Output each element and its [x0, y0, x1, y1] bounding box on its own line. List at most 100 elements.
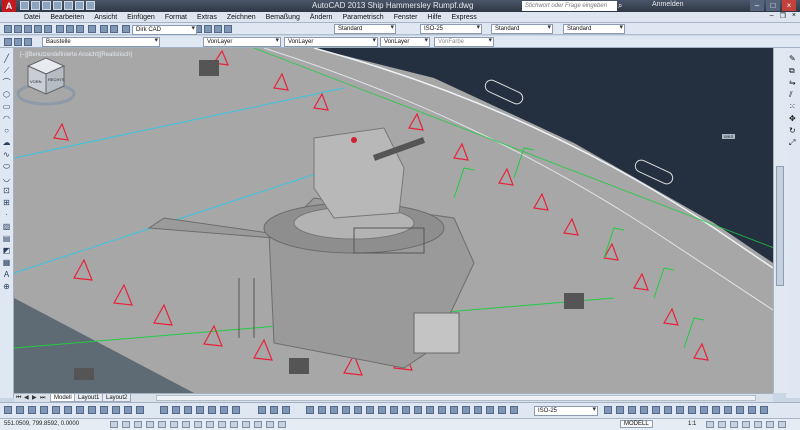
layer-manager-icon[interactable]: [4, 38, 12, 46]
tab-layout2[interactable]: Layout2: [102, 394, 132, 402]
doc-minimize-icon[interactable]: –: [770, 12, 774, 20]
workspace-switching-icon[interactable]: [730, 421, 738, 428]
close-icon[interactable]: ×: [782, 0, 796, 11]
dynamic-input-icon[interactable]: [218, 421, 226, 428]
dim-radius-icon[interactable]: [52, 406, 60, 414]
polyline-icon[interactable]: ⌒: [2, 78, 11, 87]
dim-aligned-icon[interactable]: [16, 406, 24, 414]
animation-icon[interactable]: [450, 406, 458, 414]
materials-icon[interactable]: [390, 406, 398, 414]
doc-restore-icon[interactable]: ❐: [780, 12, 786, 20]
visual-style-conceptual-icon[interactable]: [342, 406, 350, 414]
new-file-icon[interactable]: [20, 1, 29, 10]
ucs-view-icon[interactable]: [220, 406, 228, 414]
match-properties-icon[interactable]: [88, 25, 96, 33]
dim-linear-icon[interactable]: [4, 406, 12, 414]
mleader-collect-icon[interactable]: [760, 406, 768, 414]
doc-close-icon[interactable]: ×: [792, 12, 796, 20]
layer-select[interactable]: Baustelle: [42, 37, 160, 47]
lock-ui-icon[interactable]: [742, 421, 750, 428]
dim-baseline-icon[interactable]: [100, 406, 108, 414]
paste-icon[interactable]: [76, 25, 84, 33]
dim-override-icon[interactable]: [628, 406, 636, 414]
revision-cloud-icon[interactable]: ☁: [2, 138, 11, 147]
annotation-visibility-icon[interactable]: [706, 421, 714, 428]
free-orbit-icon[interactable]: [270, 406, 278, 414]
construction-line-icon[interactable]: ⟋: [2, 66, 11, 75]
move-icon[interactable]: ✥: [789, 114, 796, 123]
last-tab-icon[interactable]: ⏭: [40, 394, 45, 402]
gradient-icon[interactable]: ▤: [2, 234, 11, 243]
save-icon[interactable]: [24, 25, 32, 33]
ortho-mode-icon[interactable]: [146, 421, 154, 428]
center-mark-icon[interactable]: [136, 406, 144, 414]
table-icon[interactable]: ▦: [2, 258, 11, 267]
revolve-icon[interactable]: [474, 406, 482, 414]
save-icon[interactable]: [42, 1, 51, 10]
arc-icon[interactable]: ◠: [2, 114, 11, 123]
lights-icon[interactable]: [378, 406, 386, 414]
viewcube-right-face[interactable]: RECHTS: [48, 77, 65, 82]
insert-block-icon[interactable]: ⊡: [2, 186, 11, 195]
bottom-dim-style-select[interactable]: ISO-25: [534, 406, 598, 416]
ucs-object-icon[interactable]: [208, 406, 216, 414]
walk-icon[interactable]: [414, 406, 422, 414]
visual-style-realistic-icon[interactable]: [330, 406, 338, 414]
mleader-icon[interactable]: [736, 406, 744, 414]
calculator-icon[interactable]: [214, 25, 222, 33]
sweep-icon[interactable]: [486, 406, 494, 414]
visual-style-hidden-icon[interactable]: [318, 406, 326, 414]
hatch-icon[interactable]: ▨: [2, 222, 11, 231]
lineweight-select[interactable]: VonLayer: [380, 37, 430, 47]
inspect-icon[interactable]: [664, 406, 672, 414]
workspace-select[interactable]: Dirk CAD: [132, 25, 197, 35]
ucs-previous-icon[interactable]: [184, 406, 192, 414]
save-as-icon[interactable]: [53, 1, 62, 10]
render-icon[interactable]: [366, 406, 374, 414]
wcs-menu[interactable]: WKS: [722, 134, 736, 139]
snap-mode-icon[interactable]: [122, 421, 130, 428]
text-style-select[interactable]: Standard: [334, 24, 396, 34]
menu-format[interactable]: Format: [165, 14, 187, 21]
autocad-logo-icon[interactable]: A: [2, 0, 16, 12]
viewcube-front-face[interactable]: VORN: [30, 79, 42, 84]
grid-display-icon[interactable]: [134, 421, 142, 428]
text-edit-icon[interactable]: [700, 406, 708, 414]
markup-icon[interactable]: [204, 25, 212, 33]
minimize-icon[interactable]: –: [750, 0, 764, 11]
ucs-world-icon[interactable]: [172, 406, 180, 414]
array-icon[interactable]: ⁙: [789, 102, 796, 111]
visual-style-wireframe-icon[interactable]: [306, 406, 314, 414]
quick-dim-icon[interactable]: [88, 406, 96, 414]
open-icon[interactable]: [14, 25, 22, 33]
rotate-icon[interactable]: ↻: [789, 126, 796, 135]
menu-fenster[interactable]: Fenster: [394, 14, 418, 21]
maximize-icon[interactable]: □: [766, 0, 780, 11]
make-current-icon[interactable]: [24, 38, 32, 46]
drawing-viewport[interactable]: [–][Benutzerdefinierte Ansicht][Realisti…: [14, 48, 773, 393]
menu-ansicht[interactable]: Ansicht: [94, 14, 117, 21]
mtext-icon[interactable]: A: [2, 270, 11, 279]
annotation-scale[interactable]: 1:1: [688, 421, 696, 427]
quick-properties-icon[interactable]: [254, 421, 262, 428]
menu-parametrisch[interactable]: Parametrisch: [342, 14, 383, 21]
offset-icon[interactable]: ⫽: [789, 90, 793, 100]
dim-space-icon[interactable]: [640, 406, 648, 414]
point-icon[interactable]: ·: [2, 210, 11, 219]
dim-continue-icon[interactable]: [112, 406, 120, 414]
ucs-icon[interactable]: [160, 406, 168, 414]
menu-aendern[interactable]: Ändern: [310, 14, 333, 21]
fly-icon[interactable]: [426, 406, 434, 414]
extrude-icon[interactable]: [462, 406, 470, 414]
tab-model[interactable]: Modell: [50, 394, 76, 402]
search-icon[interactable]: ⌕: [618, 1, 628, 11]
ellipse-icon[interactable]: ⬭: [2, 162, 11, 171]
isolate-objects-icon[interactable]: [766, 421, 774, 428]
menu-hilfe[interactable]: Hilfe: [427, 14, 441, 21]
transparency-icon[interactable]: [242, 421, 250, 428]
pan-icon[interactable]: [122, 25, 130, 33]
camera-icon[interactable]: [438, 406, 446, 414]
first-tab-icon[interactable]: ⏮: [16, 394, 21, 402]
login-button[interactable]: Anmelden: [652, 1, 684, 8]
plot-icon[interactable]: [34, 25, 42, 33]
